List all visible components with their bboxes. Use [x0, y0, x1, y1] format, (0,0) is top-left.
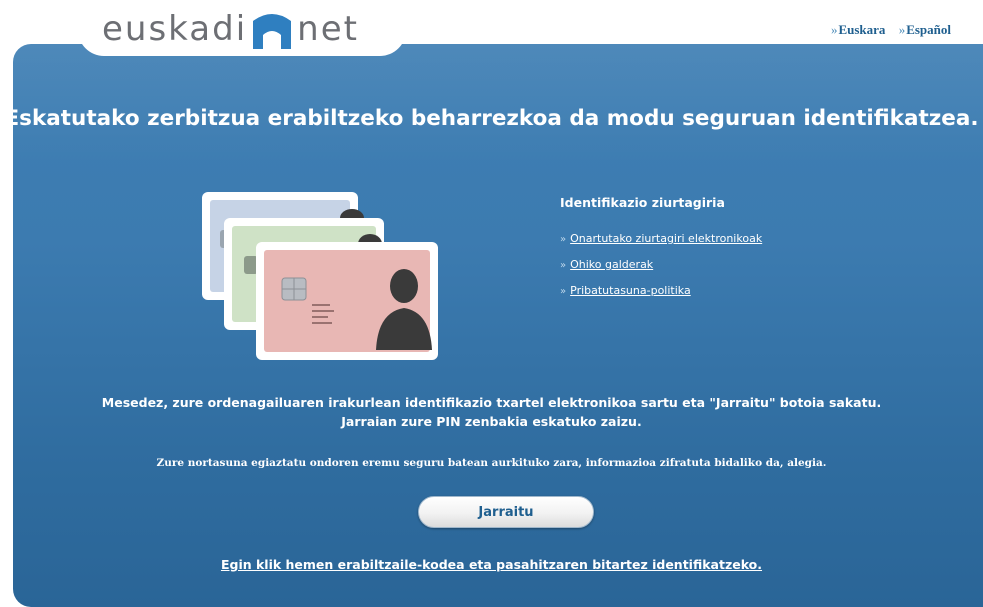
language-label: Euskara [838, 22, 886, 37]
language-link-euskara[interactable]: »Euskara [831, 22, 885, 37]
instructions-line-2: Jarraian zure PIN zenbakia eskatuko zaiz… [341, 414, 642, 429]
raquo-icon: » [898, 22, 906, 37]
raquo-icon: » [560, 286, 567, 297]
faq-link[interactable]: Ohiko galderak [570, 258, 653, 271]
list-item: » Pribatutasuna-politika [560, 284, 762, 297]
certificate-info: Identifikazio ziurtagiria » Onartutako zi… [560, 195, 762, 310]
list-item: » Ohiko galderak [560, 258, 762, 271]
language-label: Español [906, 22, 951, 37]
list-item: » Onartutako ziurtagiri elektronikoak [560, 232, 762, 245]
id-cards-icon [200, 190, 440, 362]
page-headline: Eskatutako zerbitzua erabiltzeko beharre… [4, 106, 979, 131]
bridge-logo-icon [253, 13, 292, 49]
alt-login-container: Egin klik hemen erabiltzaile-kodea eta p… [0, 554, 983, 573]
card-instructions: Mesedez, zure ordenagailuaren irakurlean… [0, 393, 983, 431]
site-logo[interactable]: euskadi net [102, 8, 359, 50]
accepted-certificates-link[interactable]: Onartutako ziurtagiri elektronikoak [570, 232, 762, 245]
page: »Euskara »Español euskadi net Eskatutako… [0, 0, 983, 607]
language-link-espanol[interactable]: »Español [899, 22, 951, 37]
security-note: Zure nortasuna egiaztatu ondoren eremu s… [156, 457, 827, 469]
certificate-info-title: Identifikazio ziurtagiria [560, 195, 725, 210]
continue-button[interactable]: Jarraitu [418, 496, 594, 528]
certificate-links: » Onartutako ziurtagiri elektronikoak » Oh… [560, 232, 762, 297]
language-switcher: »Euskara »Español [821, 22, 951, 38]
logo-text-left: euskadi [102, 9, 248, 49]
raquo-icon: » [830, 22, 838, 37]
raquo-icon: » [560, 234, 567, 245]
privacy-policy-link[interactable]: Pribatutasuna-politika [570, 284, 691, 297]
raquo-icon: » [560, 260, 567, 271]
password-login-link[interactable]: Egin klik hemen erabiltzaile-kodea eta p… [221, 557, 762, 572]
instructions-line-1: Mesedez, zure ordenagailuaren irakurlean… [101, 395, 882, 410]
logo-text-right: net [297, 9, 359, 49]
